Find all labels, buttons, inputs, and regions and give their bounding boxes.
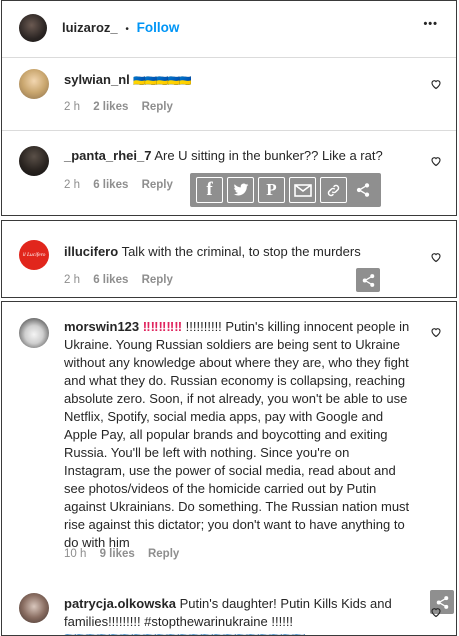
comment-body: patrycja.olkowska Putin's daughter! Puti… [64, 595, 424, 635]
comment-text-line: Ukraine. Young Russian soldiers are bein… [64, 337, 401, 352]
comment-text-line: rise against this dictator; you don't wa… [64, 517, 405, 532]
email-icon[interactable] [289, 177, 316, 203]
avatar-logo-text: il Lucifero [22, 252, 46, 258]
flag-emojis: 🇺🇦🇺🇦🇺🇦🇺🇦🇺🇦🇺🇦🇺🇦🇺🇦🇺🇦🇺🇦🇺🇦🇺🇦🇺🇦🇺🇦🇺🇦🇺🇦🇺🇦🇺🇦🇺🇦🇺🇦… [64, 631, 404, 635]
comment-body: morswin123 ‼‼‼‼‼ !!!!!!!!!! Putin's kill… [64, 318, 414, 552]
link-icon[interactable] [320, 177, 347, 203]
twitter-icon[interactable] [227, 177, 254, 203]
comment-panel: il Lucifero illucifero Talk with the cri… [1, 220, 457, 298]
comment-meta: 2 h 2 likes Reply [64, 101, 183, 113]
comment-username[interactable]: sylwian_nl [64, 72, 130, 87]
comment-panel: morswin123 ‼‼‼‼‼ !!!!!!!!!! Putin's kill… [1, 301, 457, 636]
pinterest-icon[interactable]: P [258, 177, 285, 203]
comment-text-line: and what they do. Russian economy is col… [64, 373, 406, 388]
comment-time: 2 h [64, 274, 80, 286]
comment-text-line: without any knowledge about where they a… [64, 355, 409, 370]
comment-likes[interactable]: 9 likes [100, 548, 135, 560]
reply-button[interactable]: Reply [148, 548, 179, 560]
comment-likes[interactable]: 2 likes [93, 101, 128, 113]
more-options-icon[interactable]: ••• [423, 18, 438, 30]
reply-button[interactable]: Reply [142, 101, 173, 113]
comment-username[interactable]: illucifero [64, 244, 118, 259]
comment-username[interactable]: patrycja.olkowska [64, 596, 176, 611]
like-heart-icon[interactable] [430, 606, 442, 618]
follow-button[interactable]: Follow [137, 20, 180, 35]
envelope-icon [293, 183, 312, 197]
comment-item: morswin123 ‼‼‼‼‼ !!!!!!!!!! Putin's kill… [2, 302, 456, 567]
avatar[interactable]: il Lucifero [19, 240, 49, 270]
comment-text-line: families!!!!!!!!! #stopthewarinukraine !… [64, 614, 294, 629]
comment-text: Are U sitting in the bunker?? Like a rat… [154, 148, 383, 163]
comment-text-line: ‼‼‼‼‼ !!!!!!!!!! Putin's killing innocen… [142, 319, 410, 334]
comment-username[interactable]: _panta_rhei_7 [64, 148, 151, 163]
comment-meta: 2 h 6 likes Reply [64, 179, 183, 191]
share-toolbar: f P [190, 173, 381, 207]
comment-time: 10 h [64, 548, 87, 560]
avatar[interactable] [19, 318, 49, 348]
separator-dot: • [125, 24, 129, 35]
post-header: luizaroz_ • Follow ••• [2, 1, 456, 57]
comment-text: 🇺🇦🇺🇦🇺🇦🇺🇦🇺🇦 [133, 76, 191, 87]
comment-likes[interactable]: 6 likes [93, 274, 128, 286]
facebook-icon[interactable]: f [196, 177, 223, 203]
chain-link-icon [327, 184, 340, 196]
comment-text-line: Russia. You'll be left with nothing. Sin… [64, 445, 350, 460]
avatar[interactable] [19, 14, 47, 42]
comment-meta: 10 h 9 likes Reply [64, 548, 189, 560]
username[interactable]: luizaroz_ [62, 20, 118, 35]
like-heart-icon[interactable] [430, 78, 442, 90]
share-nodes-icon [356, 183, 370, 197]
comment-item: il Lucifero illucifero Talk with the cri… [2, 221, 456, 297]
share-icon[interactable] [356, 268, 380, 292]
comment-text-line: Instagram, use the power of social media… [64, 463, 396, 478]
avatar[interactable] [19, 146, 49, 176]
exclaim-emoji: ‼‼‼‼‼ [142, 319, 183, 334]
comment-username[interactable]: morswin123 [64, 319, 139, 334]
share-icon[interactable] [351, 177, 375, 203]
comment-item: _panta_rhei_7 Are U sitting in the bunke… [2, 131, 456, 215]
like-heart-icon[interactable] [430, 155, 442, 167]
comment-time: 2 h [64, 101, 80, 113]
comment-meta: 2 h 6 likes Reply [64, 274, 183, 286]
comment-text-line: Netflix, Spotify, social media apps, pay… [64, 409, 384, 424]
comment-item: sylwian_nl 🇺🇦🇺🇦🇺🇦🇺🇦🇺🇦 2 h 2 likes Reply [2, 58, 456, 128]
comment-text: Talk with the criminal, to stop the murd… [121, 244, 361, 259]
comment-item: patrycja.olkowska Putin's daughter! Puti… [2, 584, 456, 635]
post-panel-top: luizaroz_ • Follow ••• sylwian_nl 🇺🇦🇺🇦🇺🇦… [1, 0, 457, 216]
like-heart-icon[interactable] [430, 326, 442, 338]
reply-button[interactable]: Reply [142, 179, 173, 191]
comment-likes[interactable]: 6 likes [93, 179, 128, 191]
share-nodes-icon [362, 273, 374, 287]
comment-text-line: against Ukrainians. Do something. The Ru… [64, 499, 410, 514]
like-heart-icon[interactable] [430, 251, 442, 263]
comment-text-line: see photos/videos of the homicide carrie… [64, 481, 377, 496]
comment-text-line: Apple Pay, all popular brands and boycot… [64, 427, 388, 442]
comment-text-line: Putin's daughter! Putin Kills Kids and [179, 596, 392, 611]
avatar[interactable] [19, 69, 49, 99]
reply-button[interactable]: Reply [142, 274, 173, 286]
twitter-bird-icon [233, 183, 248, 196]
comment-text-line: absolute zero. Soon, if not already, you… [64, 391, 408, 406]
avatar[interactable] [19, 593, 49, 623]
comment-time: 2 h [64, 179, 80, 191]
